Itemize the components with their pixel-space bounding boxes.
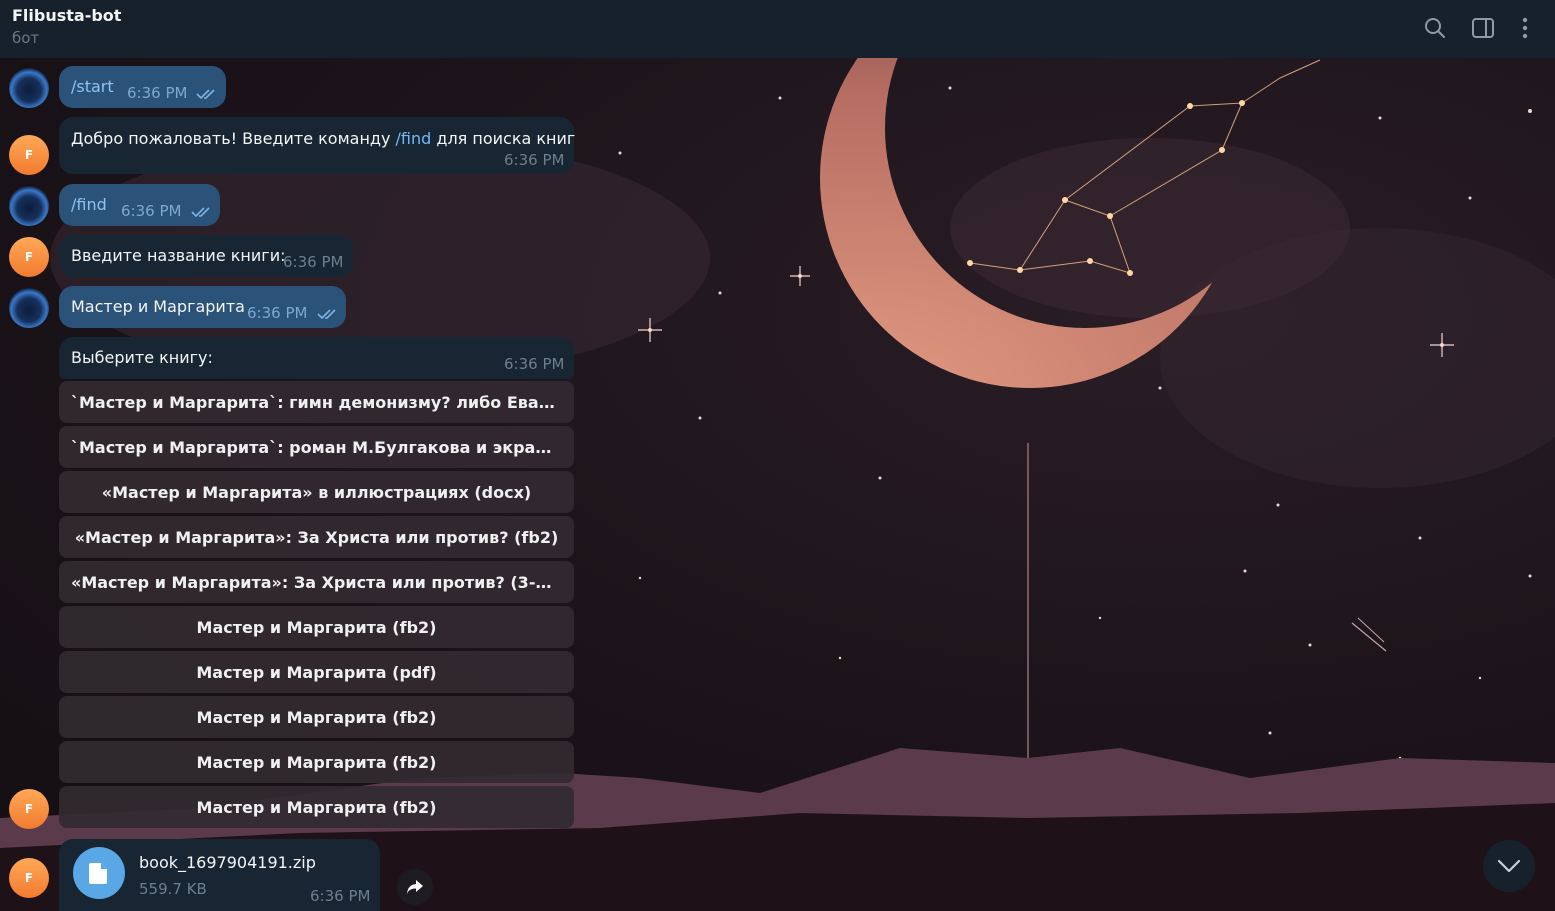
message-time: 6:36 PM: [504, 151, 565, 169]
forward-arrow-icon: [407, 880, 423, 894]
bot-avatar[interactable]: F: [9, 135, 49, 175]
bot-avatar[interactable]: F: [9, 789, 49, 829]
command-link[interactable]: /find: [71, 195, 107, 214]
button-label: Мастер и Маргарита (pdf): [196, 662, 437, 682]
bot-avatar[interactable]: F: [9, 237, 49, 277]
user-avatar[interactable]: [9, 186, 49, 226]
message-text: Введите название книги:: [71, 246, 286, 265]
forward-button[interactable]: [397, 869, 433, 905]
message-time: 6:36 PM: [283, 253, 344, 271]
message-time: 6:36 PM: [310, 887, 371, 905]
chat-subtitle: бот: [12, 29, 40, 47]
button-label: «Мастер и Маргарита»: За Христа или прот…: [74, 527, 559, 547]
file-size: 559.7 KB: [139, 880, 207, 898]
message-time: 6:36 PM: [127, 84, 188, 102]
inline-keyboard-button[interactable]: `Мастер и Маргарита`: роман М.Булгакова …: [59, 426, 574, 468]
message-bubble-outgoing: /start 6:36 PM: [59, 66, 226, 108]
inline-keyboard-button[interactable]: Мастер и Маргарита (fb2): [59, 606, 574, 648]
message-text: Добро пожаловать! Введите команду /find …: [71, 129, 575, 148]
message-bubble-outgoing: /find 6:36 PM: [59, 184, 220, 226]
inline-keyboard-button[interactable]: Мастер и Маргарита (pdf): [59, 651, 574, 693]
message-text-part: для поиска книг: [431, 129, 576, 148]
file-icon[interactable]: [73, 847, 125, 899]
more-vertical-icon[interactable]: [1512, 15, 1538, 41]
file-message[interactable]: book_1697904191.zip 559.7 KB 6:36 PM: [59, 839, 380, 911]
message-bubble-outgoing: Мастер и Маргарита 6:36 PM: [59, 286, 346, 328]
message-text: Выберите книгу:: [71, 348, 213, 367]
bot-avatar[interactable]: F: [9, 858, 49, 898]
message-text: Мастер и Маргарита: [71, 297, 245, 316]
chevron-down-icon: [1497, 859, 1521, 873]
chat-title[interactable]: Flibusta-bot: [12, 6, 121, 25]
inline-keyboard-button[interactable]: «Мастер и Маргарита»: За Христа или прот…: [59, 561, 574, 603]
button-label: `Мастер и Маргарита`: роман М.Булгакова …: [71, 437, 574, 457]
read-checkmarks-icon: [317, 309, 336, 320]
message-bubble-incoming: Введите название книги: 6:36 PM: [59, 235, 353, 277]
button-label: Мастер и Маргарита (fb2): [196, 797, 437, 817]
message-bubble-incoming: Выберите книгу: 6:36 PM: [59, 337, 574, 379]
inline-keyboard-button[interactable]: «Мастер и Маргарита» в иллюстрациях (doc…: [59, 471, 574, 513]
command-link[interactable]: /start: [71, 77, 114, 96]
button-label: «Мастер и Маргарита» в иллюстрациях (doc…: [101, 482, 532, 502]
file-name[interactable]: book_1697904191.zip: [139, 853, 316, 872]
read-checkmarks-icon: [196, 89, 215, 100]
scroll-to-bottom-button[interactable]: [1483, 840, 1535, 892]
button-label: Мастер и Маргарита (fb2): [196, 752, 437, 772]
chat-header: Flibusta-bot бот: [0, 0, 1555, 58]
button-label: Мастер и Маргарита (fb2): [196, 707, 437, 727]
message-time: 6:36 PM: [504, 355, 565, 373]
message-time: 6:36 PM: [247, 304, 308, 322]
message-bubble-incoming: Добро пожаловать! Введите команду /find …: [59, 117, 575, 174]
sidebar-toggle-icon[interactable]: [1470, 15, 1496, 41]
inline-keyboard-button[interactable]: «Мастер и Маргарита»: За Христа или прот…: [59, 516, 574, 558]
button-label: «Мастер и Маргарита»: За Христа или прот…: [71, 572, 574, 592]
command-link[interactable]: /find: [396, 129, 432, 148]
message-time: 6:36 PM: [121, 202, 182, 220]
inline-keyboard-button[interactable]: Мастер и Маргарита (fb2): [59, 696, 574, 738]
inline-keyboard-button[interactable]: Мастер и Маргарита (fb2): [59, 741, 574, 783]
user-avatar[interactable]: [9, 288, 49, 328]
user-avatar[interactable]: [9, 68, 49, 108]
inline-keyboard-button[interactable]: Мастер и Маргарита (fb2): [59, 786, 574, 828]
message-text-part: Добро пожаловать! Введите команду: [71, 129, 396, 148]
read-checkmarks-icon: [191, 207, 210, 218]
inline-keyboard-button[interactable]: `Мастер и Маргарита`: гимн демонизму? ли…: [59, 381, 574, 423]
document-glyph-icon: [89, 863, 107, 884]
button-label: `Мастер и Маргарита`: гимн демонизму? ли…: [71, 392, 574, 412]
search-icon[interactable]: [1422, 15, 1448, 41]
button-label: Мастер и Маргарита (fb2): [196, 617, 437, 637]
